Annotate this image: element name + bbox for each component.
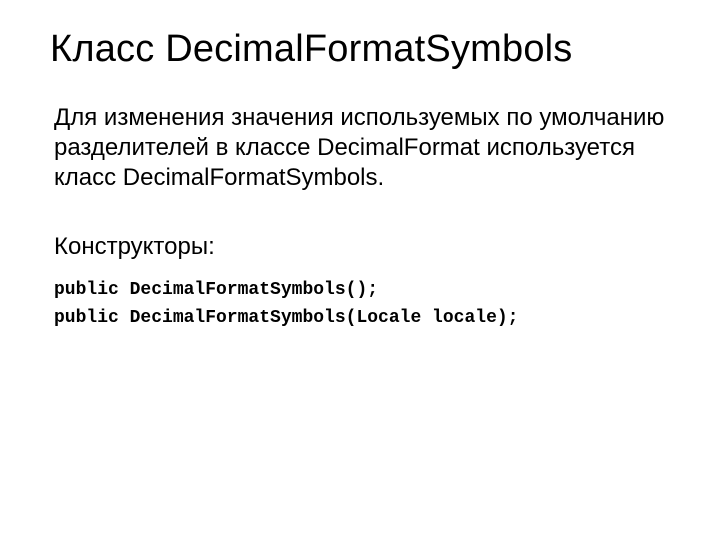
description-paragraph: Для изменения значения используемых по у…	[50, 103, 670, 193]
slide-title: Класс DecimalFormatSymbols	[50, 28, 670, 71]
code-constructor-locale: public DecimalFormatSymbols(Locale local…	[50, 305, 670, 333]
constructors-subheading: Конструкторы:	[50, 233, 670, 261]
code-constructor-noarg: public DecimalFormatSymbols();	[50, 277, 670, 305]
